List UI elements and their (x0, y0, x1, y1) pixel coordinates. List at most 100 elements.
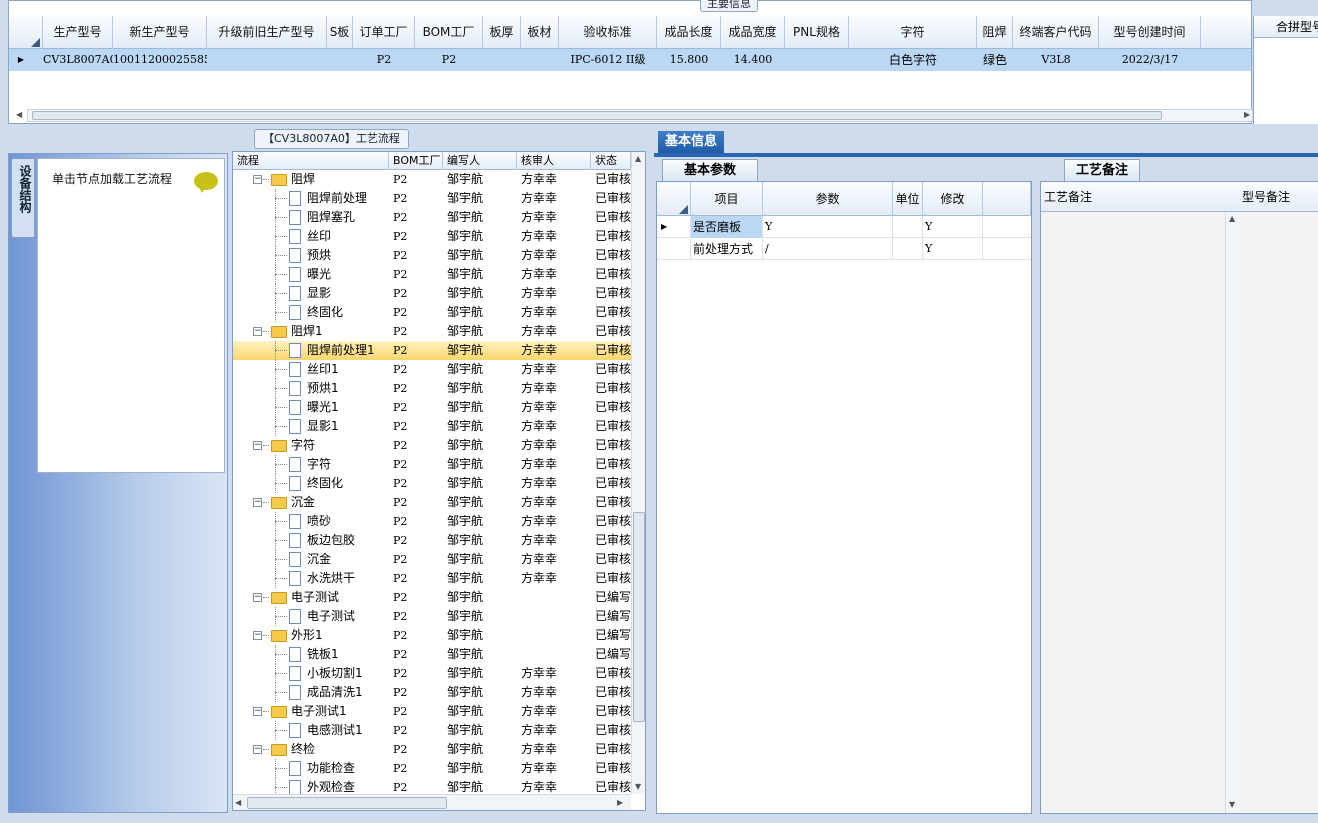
process-node-name[interactable]: 丝印1 (307, 360, 389, 379)
params-cell-unit[interactable] (893, 216, 923, 238)
column-header-mask[interactable]: 阻焊 (977, 16, 1013, 49)
column-header-order_factory[interactable]: 订单工厂 (353, 16, 415, 49)
params-cell-value[interactable]: / (763, 238, 893, 260)
process-node-name[interactable]: 外形1 (291, 626, 387, 645)
collapse-icon[interactable]: − (253, 175, 262, 184)
row-selector-icon[interactable]: ▶ (657, 216, 691, 238)
tree-column-header-4[interactable]: 状态 (591, 152, 631, 170)
process-node-row[interactable]: 喷砂 P2 邹宇航 方幸幸 已审核 (233, 512, 631, 531)
collapse-icon[interactable]: − (253, 593, 262, 602)
process-node-name[interactable]: 字符 (307, 455, 389, 474)
cell-mask[interactable]: 绿色 (977, 49, 1013, 71)
process-node-row[interactable]: 功能检查 P2 邹宇航 方幸幸 已审核 (233, 759, 631, 778)
params-column-header-2[interactable]: 单位 (893, 182, 923, 216)
process-remark-vscrollbar[interactable]: ▲ ▼ (1225, 212, 1239, 813)
column-header-pnl[interactable]: PNL规格 (785, 16, 849, 49)
process-node-name[interactable]: 字符 (291, 436, 387, 455)
cell-width[interactable]: 14.400 (721, 49, 785, 71)
process-node-row[interactable]: − 终检 P2 邹宇航 方幸幸 已审核 (233, 740, 631, 759)
collapse-icon[interactable]: − (253, 441, 262, 450)
process-node-name[interactable]: 沉金 (307, 550, 389, 569)
basic-params-tab[interactable]: 基本参数 (662, 159, 758, 181)
cell-pnl[interactable] (785, 49, 849, 71)
process-node-name[interactable]: 电子测试1 (291, 702, 387, 721)
process-node-name[interactable]: 终固化 (307, 474, 389, 493)
cell-length[interactable]: 15.800 (657, 49, 721, 71)
process-node-row[interactable]: 丝印1 P2 邹宇航 方幸幸 已审核 (233, 360, 631, 379)
merge-model-header[interactable]: 合拼型号 (1254, 16, 1318, 38)
column-header-width[interactable]: 成品宽度 (721, 16, 785, 49)
column-header-standard[interactable]: 验收标准 (559, 16, 657, 49)
cell-upgrade[interactable] (207, 49, 327, 71)
collapse-icon[interactable]: − (253, 327, 262, 336)
column-header-model[interactable]: 生产型号 (43, 16, 113, 49)
process-node-name[interactable]: 阻焊前处理 (307, 189, 389, 208)
cell-thickness[interactable] (483, 49, 521, 71)
column-header-customer[interactable]: 终端客户代码 (1013, 16, 1099, 49)
process-node-row[interactable]: 曝光 P2 邹宇航 方幸幸 已审核 (233, 265, 631, 284)
scroll-right-icon[interactable]: ▶ (617, 798, 623, 808)
params-row[interactable]: 前处理方式 / Y (657, 238, 1031, 260)
cell-s_board[interactable] (327, 49, 353, 71)
process-node-name[interactable]: 水洗烘干 (307, 569, 389, 588)
cell-order_factory[interactable]: P2 (353, 49, 415, 71)
scroll-up-icon[interactable]: ▲ (635, 154, 641, 164)
process-node-row[interactable]: 成品清洗1 P2 邹宇航 方幸幸 已审核 (233, 683, 631, 702)
tree-column-header-2[interactable]: 编写人 (443, 152, 517, 170)
process-node-row[interactable]: 电感测试1 P2 邹宇航 方幸幸 已审核 (233, 721, 631, 740)
process-flow-hscrollbar[interactable]: ◀ ▶ (233, 794, 631, 810)
params-cell-modify[interactable]: Y (923, 238, 983, 260)
column-header-length[interactable]: 成品长度 (657, 16, 721, 49)
process-node-row[interactable]: 沉金 P2 邹宇航 方幸幸 已审核 (233, 550, 631, 569)
process-node-row[interactable]: 终固化 P2 邹宇航 方幸幸 已审核 (233, 474, 631, 493)
process-node-name[interactable]: 显影1 (307, 417, 389, 436)
collapse-icon[interactable]: − (253, 745, 262, 754)
process-node-row[interactable]: − 字符 P2 邹宇航 方幸幸 已审核 (233, 436, 631, 455)
process-node-row[interactable]: − 外形1 P2 邹宇航 已编写 (233, 626, 631, 645)
params-row[interactable]: ▶ 是否磨板 Y Y (657, 216, 1031, 238)
main-info-row[interactable]: ▶ CV3L8007A0 10011200025585 P2 P2 IPC-6012 II… (9, 49, 1251, 71)
model-remark-text[interactable] (1239, 212, 1318, 813)
process-node-name[interactable]: 板边包胶 (307, 531, 389, 550)
cell-customer[interactable]: V3L8 (1013, 49, 1099, 71)
process-node-row[interactable]: 显影1 P2 邹宇航 方幸幸 已审核 (233, 417, 631, 436)
process-node-name[interactable]: 功能检查 (307, 759, 389, 778)
params-cell-unit[interactable] (893, 238, 923, 260)
params-column-header-3[interactable]: 修改 (923, 182, 983, 216)
process-node-row[interactable]: 字符 P2 邹宇航 方幸幸 已审核 (233, 455, 631, 474)
process-node-name[interactable]: 电子测试 (307, 607, 389, 626)
process-flow-hscroll-thumb[interactable] (247, 797, 447, 809)
process-node-name[interactable]: 小板切割1 (307, 664, 389, 683)
process-node-name[interactable]: 阻焊 (291, 170, 387, 189)
process-node-name[interactable]: 阻焊前处理1 (307, 341, 389, 360)
collapse-icon[interactable]: − (253, 498, 262, 507)
scroll-down-icon[interactable]: ▼ (1229, 800, 1235, 810)
column-header-created[interactable]: 型号创建时间 (1099, 16, 1201, 49)
process-node-row[interactable]: 预烘 P2 邹宇航 方幸幸 已审核 (233, 246, 631, 265)
process-node-name[interactable]: 预烘 (307, 246, 389, 265)
process-node-name[interactable]: 成品清洗1 (307, 683, 389, 702)
process-node-name[interactable]: 铣板1 (307, 645, 389, 664)
process-node-row[interactable]: 小板切割1 P2 邹宇航 方幸幸 已审核 (233, 664, 631, 683)
column-header-new_model[interactable]: 新生产型号 (113, 16, 207, 49)
process-node-row[interactable]: 板边包胶 P2 邹宇航 方幸幸 已审核 (233, 531, 631, 550)
column-header-legend_print[interactable]: 字符 (849, 16, 977, 49)
process-node-name[interactable]: 电子测试 (291, 588, 387, 607)
basic-info-tab[interactable]: 基本信息 (658, 131, 724, 153)
process-node-name[interactable]: 外观检查 (307, 778, 389, 794)
process-node-name[interactable]: 沉金 (291, 493, 387, 512)
process-node-row[interactable]: 阻焊前处理1 P2 邹宇航 方幸幸 已审核 (233, 341, 631, 360)
scroll-right-icon[interactable]: ▶ (1244, 110, 1250, 120)
params-column-header-0[interactable]: 项目 (691, 182, 763, 216)
process-node-name[interactable]: 终固化 (307, 303, 389, 322)
process-node-row[interactable]: − 电子测试 P2 邹宇航 已编写 (233, 588, 631, 607)
column-header-upgrade[interactable]: 升级前旧生产型号 (207, 16, 327, 49)
scroll-down-icon[interactable]: ▼ (635, 782, 641, 792)
cell-legend_print[interactable]: 白色字符 (849, 49, 977, 71)
scroll-left-icon[interactable]: ◀ (235, 798, 241, 808)
column-header-thickness[interactable]: 板厚 (483, 16, 521, 49)
tree-column-header-1[interactable]: BOM工厂 (389, 152, 443, 170)
collapse-icon[interactable]: − (253, 707, 262, 716)
process-flow-vscrollbar[interactable]: ▲ ▼ (631, 152, 645, 794)
cell-created[interactable]: 2022/3/17 (1099, 49, 1201, 71)
